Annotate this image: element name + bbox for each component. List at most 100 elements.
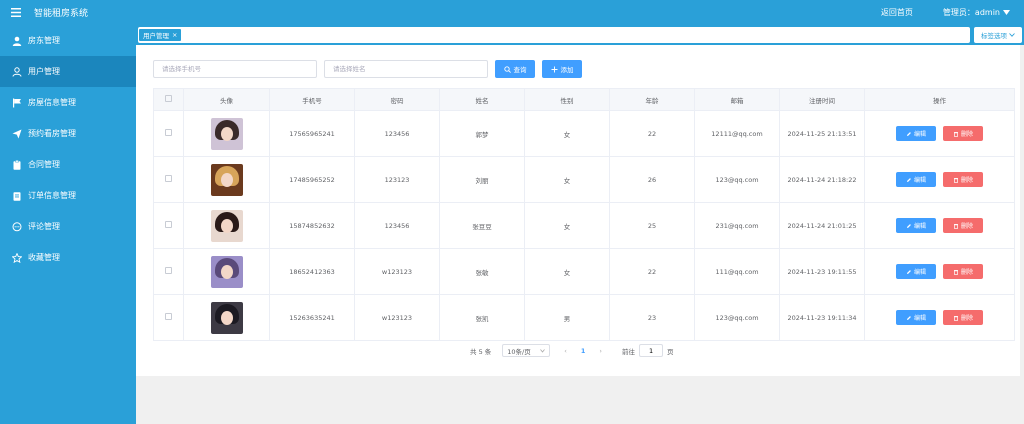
- tab-options-button[interactable]: 标签选项: [974, 27, 1022, 43]
- search-row: 查询 添加: [153, 60, 582, 78]
- cell-age: 25: [609, 202, 695, 249]
- tab-options-label: 标签选项: [981, 32, 1007, 40]
- sidebar-item-comments[interactable]: 评论管理: [0, 211, 136, 242]
- edit-icon: [906, 269, 911, 274]
- user-icon: [12, 36, 22, 46]
- sidebar-item-label: 收藏管理: [28, 253, 60, 262]
- close-icon[interactable]: ×: [172, 31, 177, 39]
- cell-age: 22: [609, 110, 695, 157]
- hamburger-icon[interactable]: [4, 0, 28, 25]
- row-checkbox[interactable]: [165, 175, 172, 182]
- cell-password: w123123: [354, 248, 440, 295]
- caret-down-icon: [1003, 10, 1010, 15]
- pagination-total: 共 5 条: [470, 347, 492, 356]
- row-checkbox[interactable]: [165, 267, 172, 274]
- document-icon: [12, 191, 22, 201]
- cell-actions: 编辑 删除: [864, 202, 1015, 249]
- delete-button[interactable]: 删除: [943, 310, 984, 325]
- cell-registered: 2024-11-23 19:11:55: [779, 248, 865, 295]
- sidebar-item-house-info[interactable]: 房屋信息管理: [0, 87, 136, 118]
- col-header-phone: 手机号: [269, 88, 355, 111]
- delete-button[interactable]: 删除: [943, 126, 984, 141]
- sidebar-item-users[interactable]: 用户管理: [0, 56, 136, 87]
- edit-button[interactable]: 编辑: [895, 126, 936, 141]
- cell-email: 231@qq.com: [694, 202, 780, 249]
- cell-actions: 编辑 删除: [864, 110, 1015, 157]
- edit-button-label: 编辑: [913, 269, 926, 276]
- edit-button[interactable]: 编辑: [895, 218, 936, 233]
- select-all-checkbox[interactable]: [165, 95, 172, 102]
- cell-password: 123123: [354, 156, 440, 203]
- prev-page-icon[interactable]: ‹: [564, 347, 567, 355]
- sidebar-item-label: 评论管理: [28, 222, 60, 231]
- admin-menu[interactable]: 管理员：admin: [943, 7, 1010, 18]
- edit-button[interactable]: 编辑: [895, 172, 936, 187]
- tab-user-management[interactable]: 用户管理 ×: [139, 29, 182, 41]
- cell-gender: 女: [524, 110, 610, 157]
- next-page-icon[interactable]: ›: [599, 347, 602, 355]
- col-header-avatar: 头像: [183, 88, 270, 111]
- sidebar-item-orders[interactable]: 订单信息管理: [0, 180, 136, 211]
- user-outline-icon: [12, 66, 22, 77]
- cell-registered: 2024-11-25 21:13:51: [779, 110, 865, 157]
- sidebar-item-favorites[interactable]: 收藏管理: [0, 242, 136, 273]
- tab-bar: 用户管理 × 标签选项: [136, 25, 1024, 45]
- table-header-row: 头像 手机号 密码 姓名 性别 年龄 邮箱 注册时间 操作: [153, 88, 1015, 111]
- app-title: 智能租房系统: [34, 9, 89, 19]
- page-size-value: 10条/页: [507, 347, 531, 356]
- avatar: [210, 117, 243, 150]
- name-input[interactable]: [324, 60, 488, 78]
- delete-button[interactable]: 删除: [943, 264, 984, 279]
- cell-email: 111@qq.com: [694, 248, 780, 295]
- trash-icon: [954, 269, 959, 275]
- cell-actions: 编辑 删除: [864, 248, 1015, 295]
- top-right: 返回首页 管理员：admin: [881, 7, 1024, 18]
- cell-name: 张敏: [439, 248, 525, 295]
- edit-button[interactable]: 编辑: [895, 310, 936, 325]
- cell-registered: 2024-11-23 19:11:34: [779, 294, 865, 341]
- cell-email: 12111@qq.com: [694, 110, 780, 157]
- search-button[interactable]: 查询: [495, 60, 535, 78]
- delete-button-label: 删除: [961, 131, 974, 138]
- sidebar-item-contract[interactable]: 合同管理: [0, 149, 136, 180]
- add-button[interactable]: 添加: [542, 60, 582, 78]
- delete-button-label: 删除: [961, 269, 974, 276]
- row-checkbox[interactable]: [165, 313, 172, 320]
- row-checkbox[interactable]: [165, 129, 172, 136]
- cell-email: 123@qq.com: [694, 156, 780, 203]
- sidebar-item-landlord[interactable]: 房东管理: [0, 25, 136, 56]
- cell-phone: 15874852632: [269, 202, 355, 249]
- row-checkbox[interactable]: [165, 221, 172, 228]
- sidebar-item-label: 预约看房管理: [28, 129, 76, 138]
- home-link[interactable]: 返回首页: [881, 7, 913, 18]
- cell-password: 123456: [354, 202, 440, 249]
- avatar: [210, 255, 243, 288]
- delete-button[interactable]: 删除: [943, 218, 984, 233]
- chevron-down-icon: [1009, 33, 1015, 37]
- cell-gender: 女: [524, 156, 610, 203]
- delete-button[interactable]: 删除: [943, 172, 984, 187]
- sidebar-item-label: 用户管理: [28, 67, 60, 76]
- edit-button[interactable]: 编辑: [895, 264, 936, 279]
- phone-input[interactable]: [153, 60, 317, 78]
- page-size-select[interactable]: 10条/页: [502, 344, 551, 357]
- table-row: 15263635241 w123123 张凯 男 23 123@qq.com 2…: [153, 294, 1015, 341]
- avatar: [210, 209, 243, 242]
- send-icon: [12, 129, 22, 139]
- sidebar-item-label: 合同管理: [28, 160, 60, 169]
- col-header-age: 年龄: [609, 88, 695, 111]
- page-number[interactable]: 1: [581, 347, 586, 355]
- plus-icon: [551, 66, 557, 72]
- edit-button-label: 编辑: [913, 223, 926, 230]
- cell-gender: 女: [524, 202, 610, 249]
- edit-icon: [906, 315, 911, 320]
- clipboard-icon: [12, 159, 22, 170]
- edit-icon: [906, 177, 911, 182]
- cell-age: 26: [609, 156, 695, 203]
- cell-gender: 男: [524, 294, 610, 341]
- goto-page-input[interactable]: [639, 344, 664, 357]
- sidebar-item-viewing[interactable]: 预约看房管理: [0, 118, 136, 149]
- avatar: [210, 301, 243, 334]
- sidebar-item-label: 房屋信息管理: [28, 98, 76, 107]
- cell-actions: 编辑 删除: [864, 294, 1015, 341]
